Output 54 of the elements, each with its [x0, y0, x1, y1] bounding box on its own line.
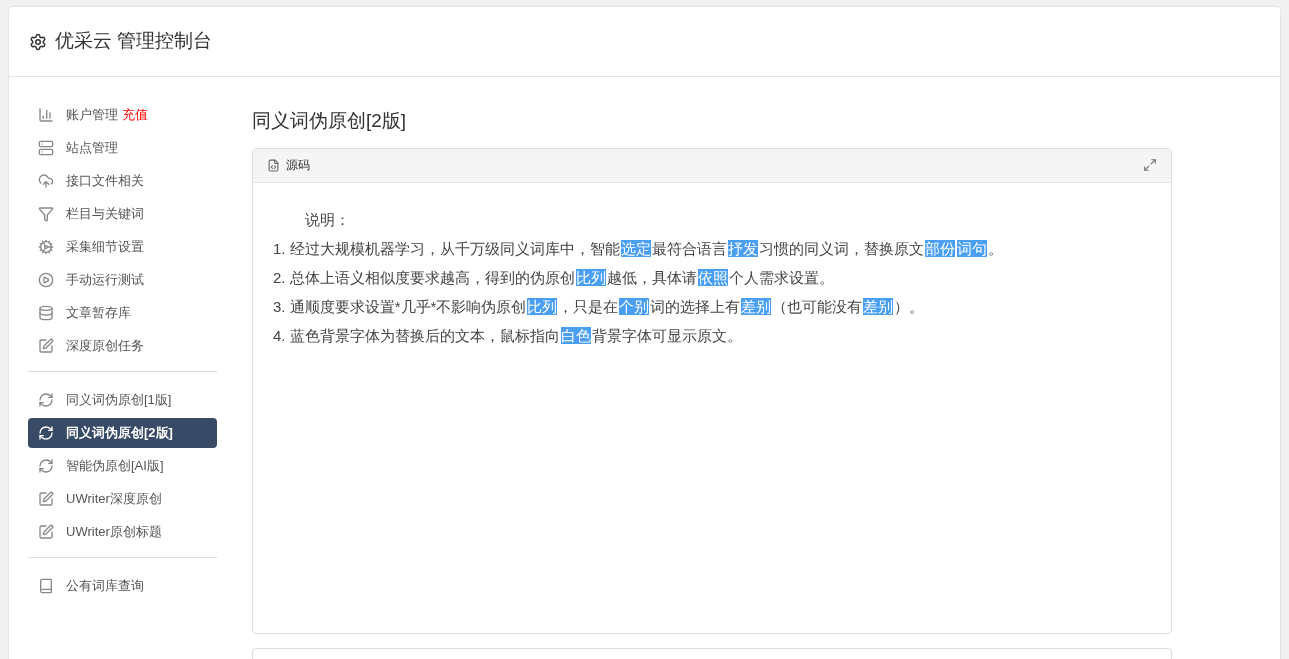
server-icon: [38, 140, 54, 156]
chart-icon: [38, 107, 54, 123]
book-icon: [38, 578, 54, 594]
sidebar-item[interactable]: 栏目与关键词: [28, 199, 217, 229]
panel-title: 源码: [286, 157, 310, 174]
sidebar-label: 深度原创任务: [66, 337, 144, 356]
app-title: 优采云 管理控制台: [55, 29, 213, 54]
description-line: 3. 通顺度要求设置*几乎*不影响伪原创比列，只是在个别词的选择上有差别（也可能没有差别）。: [273, 296, 925, 317]
sidebar-item[interactable]: 同义词伪原创[1版]: [28, 385, 217, 415]
gear-icon: [38, 239, 54, 255]
database-icon: [38, 305, 54, 321]
sidebar-label: 站点管理: [66, 139, 118, 158]
sidebar-item[interactable]: 接口文件相关: [28, 166, 217, 196]
description-line: 2. 总体上语义相似度要求越高，得到的伪原创比列越低，具体请依照个人需求设置。: [273, 267, 834, 288]
description-line: 4. 蓝色背景字体为替换后的文本，鼠标指向 白色背景字体可显示原文。: [273, 325, 742, 346]
refresh-icon: [38, 425, 54, 441]
description-heading: 说明：: [304, 209, 350, 230]
sidebar-label: 同义词伪原创[1版]: [66, 391, 172, 410]
play-icon: [38, 272, 54, 288]
edit-icon: [38, 524, 54, 540]
sidebar-label: 同义词伪原创[2版]: [66, 424, 173, 443]
page-title: 同义词伪原创[2版]: [252, 109, 408, 133]
sidebar-label: 采集细节设置: [66, 238, 144, 257]
sidebar-item[interactable]: 公有词库查询: [28, 571, 217, 601]
refresh-icon: [38, 458, 54, 474]
sidebar-item[interactable]: UWriter深度原创: [28, 484, 217, 514]
sidebar-item[interactable]: 文章暂存库: [28, 298, 217, 328]
settings-icon: [29, 32, 47, 51]
sidebar-label: 智能伪原创[AI版]: [66, 457, 164, 476]
sidebar-item[interactable]: 同义词伪原创[2版]: [28, 418, 217, 448]
edit-icon: [38, 491, 54, 507]
filter-icon: [38, 206, 54, 222]
edit-icon: [38, 338, 54, 354]
sidebar-item[interactable]: 站点管理: [28, 133, 217, 163]
sidebar-item[interactable]: 手动运行测试: [28, 265, 217, 295]
sidebar-item[interactable]: 智能伪原创[AI版]: [28, 451, 217, 481]
description-line: 1. 经过大规模机器学习，从千万级同义词库中，智能选定最符合语言抒发习惯的同义词，替换原文部份词句。: [273, 238, 1003, 259]
sidebar-label: 接口文件相关: [66, 172, 144, 191]
recharge-link[interactable]: 充值: [122, 105, 148, 125]
sidebar-item[interactable]: 深度原创任务: [28, 331, 217, 361]
sidebar-item[interactable]: UWriter原创标题: [28, 517, 217, 547]
sidebar-item[interactable]: 账户管理 充值: [28, 100, 217, 130]
refresh-icon: [38, 392, 54, 408]
sidebar-label: UWriter原创标题: [66, 523, 162, 542]
sidebar-item[interactable]: 采集细节设置: [28, 232, 217, 262]
fullscreen-icon[interactable]: [1143, 158, 1157, 172]
sidebar-label: 手动运行测试: [66, 271, 144, 290]
sidebar-label: 文章暂存库: [66, 304, 131, 323]
sidebar-label: 栏目与关键词: [66, 205, 144, 224]
code-file-icon: [267, 158, 280, 172]
sidebar-label: 公有词库查询: [66, 577, 144, 596]
sidebar-label: 账户管理: [66, 106, 118, 125]
sidebar-label: UWriter深度原创: [66, 490, 162, 509]
cloud-upload-icon: [38, 173, 54, 189]
